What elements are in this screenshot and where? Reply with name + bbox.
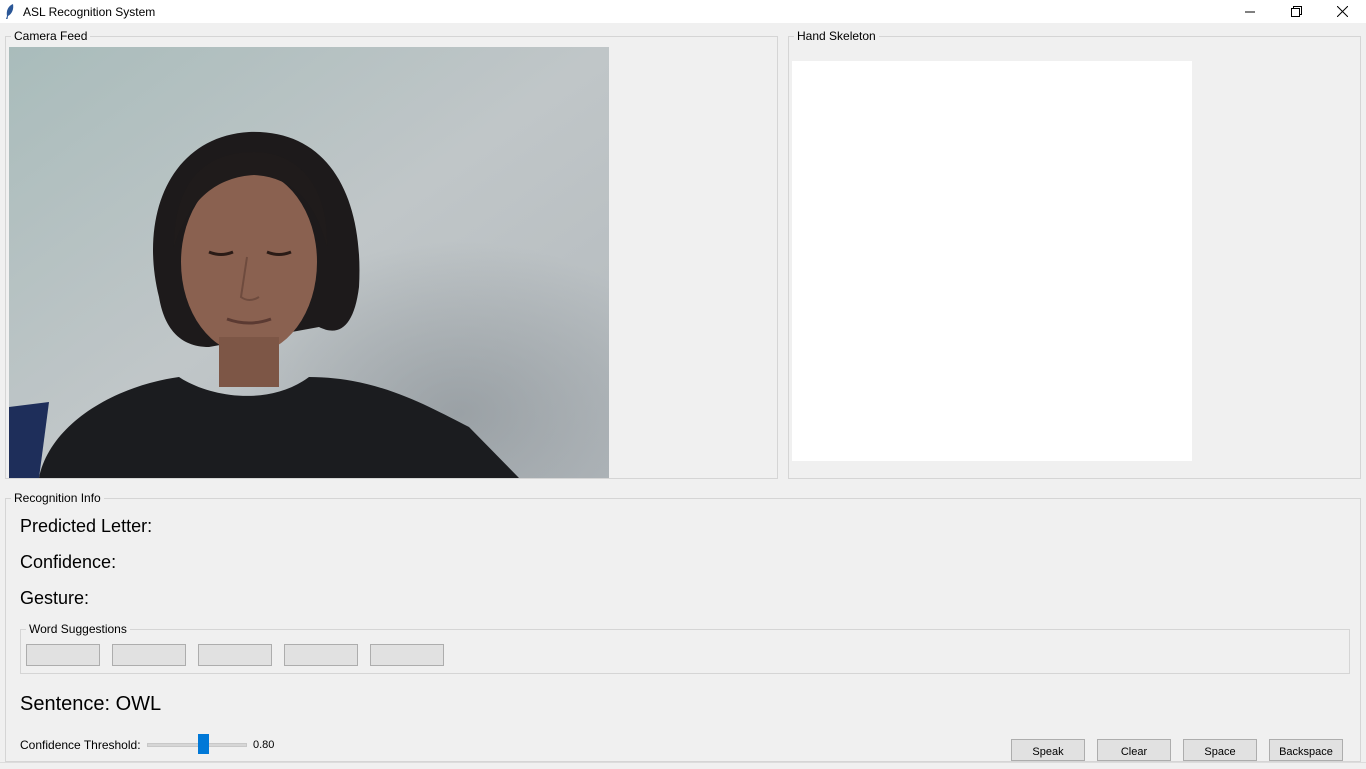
camera-feed-group: Camera Feed (5, 30, 778, 479)
hand-skeleton-canvas (792, 61, 1192, 461)
close-button[interactable] (1319, 0, 1365, 23)
predicted-letter-label: Predicted Letter: (20, 516, 153, 536)
word-suggestions-label: Word Suggestions (26, 623, 130, 636)
recognition-info-group: Recognition Info Predicted Letter: Confi… (5, 492, 1361, 762)
backspace-button[interactable]: Backspace (1269, 739, 1343, 761)
gesture-label: Gesture: (20, 588, 90, 608)
sentence-display: Sentence: OWL (20, 693, 162, 715)
camera-feed-image (9, 47, 609, 478)
minimize-icon (1245, 11, 1255, 12)
camera-feed-label: Camera Feed (11, 30, 91, 43)
space-button[interactable]: Space (1183, 739, 1257, 761)
hand-skeleton-group: Hand Skeleton (788, 30, 1361, 479)
speak-button[interactable]: Speak (1011, 739, 1085, 761)
feather-icon (6, 4, 14, 19)
restore-button[interactable] (1273, 0, 1319, 23)
word-suggestions-group: Word Suggestions (20, 623, 1350, 674)
window-title: ASL Recognition System (23, 5, 156, 19)
title-bar: ASL Recognition System (0, 0, 1366, 23)
recognition-info-label: Recognition Info (11, 492, 104, 505)
minimize-button[interactable] (1227, 0, 1273, 23)
close-icon (1336, 6, 1348, 17)
suggestion-button-1[interactable] (26, 644, 100, 666)
suggestion-button-2[interactable] (112, 644, 186, 666)
confidence-label: Confidence: (20, 552, 117, 572)
restore-icon (1290, 6, 1302, 17)
clear-button[interactable]: Clear (1097, 739, 1171, 761)
suggestion-button-5[interactable] (370, 644, 444, 666)
slider-thumb[interactable] (198, 734, 209, 754)
confidence-threshold-label: Confidence Threshold: (20, 738, 141, 752)
suggestion-button-3[interactable] (198, 644, 272, 666)
suggestion-button-4[interactable] (284, 644, 358, 666)
confidence-threshold-value: 0.80 (253, 739, 275, 751)
hand-skeleton-label: Hand Skeleton (794, 30, 879, 43)
confidence-threshold-slider[interactable] (147, 743, 247, 747)
